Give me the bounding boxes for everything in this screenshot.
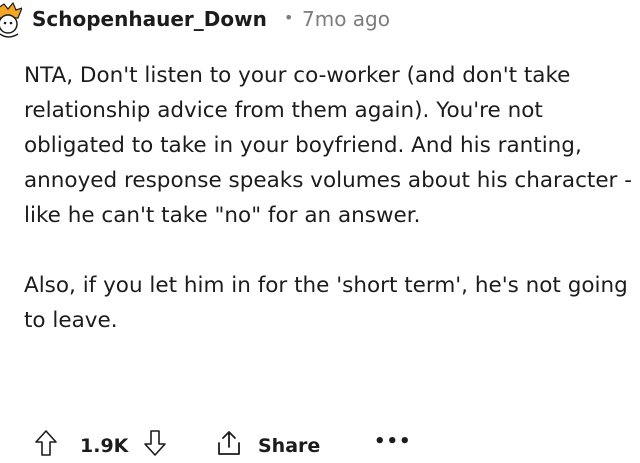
- username-link[interactable]: Schopenhauer_Down: [32, 7, 267, 31]
- more-options-button[interactable]: •••: [374, 431, 412, 452]
- upvote-arrow-icon[interactable]: [34, 429, 58, 457]
- comment-header: Schopenhauer_Down • 7mo ago: [0, 0, 640, 40]
- comment-paragraph: NTA, Don't listen to your co-worker (and…: [24, 63, 632, 228]
- vote-score: 1.9K: [80, 435, 129, 457]
- comment-actions: 1.9K Share •••: [0, 425, 640, 463]
- share-icon[interactable]: [216, 429, 242, 457]
- comment-body: NTA, Don't listen to your co-worker (and…: [24, 58, 636, 338]
- separator-dot: •: [284, 8, 294, 27]
- comment-paragraph: Also, if you let him in for the 'short t…: [24, 273, 628, 333]
- share-button[interactable]: Share: [258, 435, 320, 457]
- avatar[interactable]: [0, 2, 22, 38]
- timestamp[interactable]: 7mo ago: [302, 7, 390, 31]
- downvote-arrow-icon[interactable]: [143, 429, 167, 457]
